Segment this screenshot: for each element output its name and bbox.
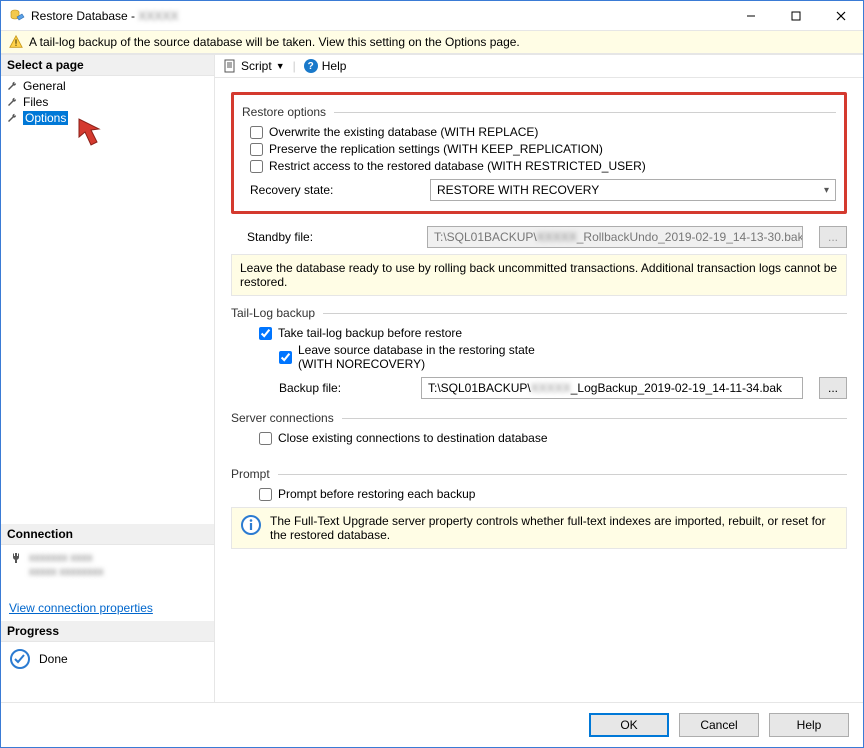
options-page: Restore options Overwrite the existing d… bbox=[215, 78, 863, 702]
minimize-button[interactable] bbox=[728, 1, 773, 30]
fulltext-info-bar: The Full-Text Upgrade server property co… bbox=[231, 507, 847, 549]
prompt-before-label: Prompt before restoring each backup bbox=[278, 487, 475, 501]
overwrite-label: Overwrite the existing database (WITH RE… bbox=[269, 125, 538, 139]
server-connections-group: Server connections Close existing connec… bbox=[231, 411, 847, 445]
restore-options-group: Restore options Overwrite the existing d… bbox=[231, 92, 847, 214]
tail-log-group: Tail-Log backup Take tail-log backup bef… bbox=[231, 306, 847, 399]
preserve-replication-checkbox[interactable] bbox=[250, 143, 263, 156]
progress-header: Progress bbox=[1, 621, 214, 642]
backup-file-label: Backup file: bbox=[279, 381, 411, 395]
backup-file-input[interactable]: T:\SQL01BACKUP\XXXXX_LogBackup_2019-02-1… bbox=[421, 377, 803, 399]
ok-button[interactable]: OK bbox=[589, 713, 669, 737]
take-tail-log-label: Take tail-log backup before restore bbox=[278, 326, 462, 340]
recovery-state-label: Recovery state: bbox=[250, 183, 420, 197]
progress-info: Done bbox=[1, 642, 214, 676]
standby-file-label: Standby file: bbox=[247, 230, 417, 244]
select-page-header: Select a page bbox=[1, 55, 214, 76]
nav-general[interactable]: General bbox=[1, 78, 214, 94]
script-dropdown[interactable]: Script ▼ bbox=[223, 59, 285, 73]
help-icon: ? bbox=[304, 59, 318, 73]
tail-log-legend: Tail-Log backup bbox=[231, 306, 323, 320]
nav-options[interactable]: Options bbox=[1, 110, 214, 126]
app-icon bbox=[9, 8, 25, 24]
info-icon bbox=[240, 514, 262, 536]
restrict-access-checkbox[interactable] bbox=[250, 160, 263, 173]
content-toolbar: Script ▼ | ? Help bbox=[215, 55, 863, 78]
close-button[interactable] bbox=[818, 1, 863, 30]
prompt-group: Prompt Prompt before restoring each back… bbox=[231, 467, 847, 549]
backup-browse-button[interactable]: ... bbox=[819, 377, 847, 399]
notice-text: A tail-log backup of the source database… bbox=[29, 35, 520, 49]
chevron-down-icon: ▾ bbox=[824, 185, 829, 196]
restore-options-legend: Restore options bbox=[242, 105, 334, 119]
take-tail-log-checkbox[interactable] bbox=[259, 327, 272, 340]
maximize-button[interactable] bbox=[773, 1, 818, 30]
cancel-button[interactable]: Cancel bbox=[679, 713, 759, 737]
restore-database-dialog: Restore Database - XXXXX A tail-log back… bbox=[0, 0, 864, 748]
leave-restoring-checkbox[interactable] bbox=[279, 351, 292, 364]
view-connection-properties-link[interactable]: View connection properties bbox=[1, 595, 214, 621]
window-title: Restore Database - XXXXX bbox=[31, 9, 178, 23]
wrench-icon bbox=[7, 96, 19, 108]
prompt-legend: Prompt bbox=[231, 467, 278, 481]
server-connections-legend: Server connections bbox=[231, 411, 342, 425]
standby-file-input: T:\SQL01BACKUP\XXXXX_RollbackUndo_2019-0… bbox=[427, 226, 803, 248]
check-circle-icon bbox=[9, 648, 31, 670]
preserve-replication-label: Preserve the replication settings (WITH … bbox=[269, 142, 603, 156]
connection-info: xxxxxxx xxxx xxxxx xxxxxxxx bbox=[1, 545, 214, 595]
recovery-info-bar: Leave the database ready to use by rolli… bbox=[231, 254, 847, 296]
progress-state: Done bbox=[39, 652, 68, 666]
wrench-icon bbox=[7, 112, 19, 124]
overwrite-checkbox[interactable] bbox=[250, 126, 263, 139]
notice-bar: A tail-log backup of the source database… bbox=[1, 31, 863, 54]
recovery-state-select[interactable]: RESTORE WITH RECOVERY ▾ bbox=[430, 179, 836, 201]
plug-icon bbox=[9, 551, 23, 565]
close-connections-checkbox[interactable] bbox=[259, 432, 272, 445]
standby-browse-button: ... bbox=[819, 226, 847, 248]
warning-icon bbox=[9, 35, 23, 49]
page-nav: General Files Options bbox=[1, 76, 214, 128]
titlebar: Restore Database - XXXXX bbox=[1, 1, 863, 31]
left-sidebar: Select a page General Files Options Conn… bbox=[1, 55, 215, 702]
script-icon bbox=[223, 59, 237, 73]
wrench-icon bbox=[7, 80, 19, 92]
leave-restoring-label: Leave source database in the restoring s… bbox=[298, 343, 535, 371]
prompt-before-checkbox[interactable] bbox=[259, 488, 272, 501]
nav-files[interactable]: Files bbox=[1, 94, 214, 110]
dialog-footer: OK Cancel Help bbox=[1, 702, 863, 747]
help-link[interactable]: ? Help bbox=[304, 59, 347, 73]
close-connections-label: Close existing connections to destinatio… bbox=[278, 431, 548, 445]
connection-header: Connection bbox=[1, 524, 214, 545]
help-button[interactable]: Help bbox=[769, 713, 849, 737]
restrict-access-label: Restrict access to the restored database… bbox=[269, 159, 646, 173]
